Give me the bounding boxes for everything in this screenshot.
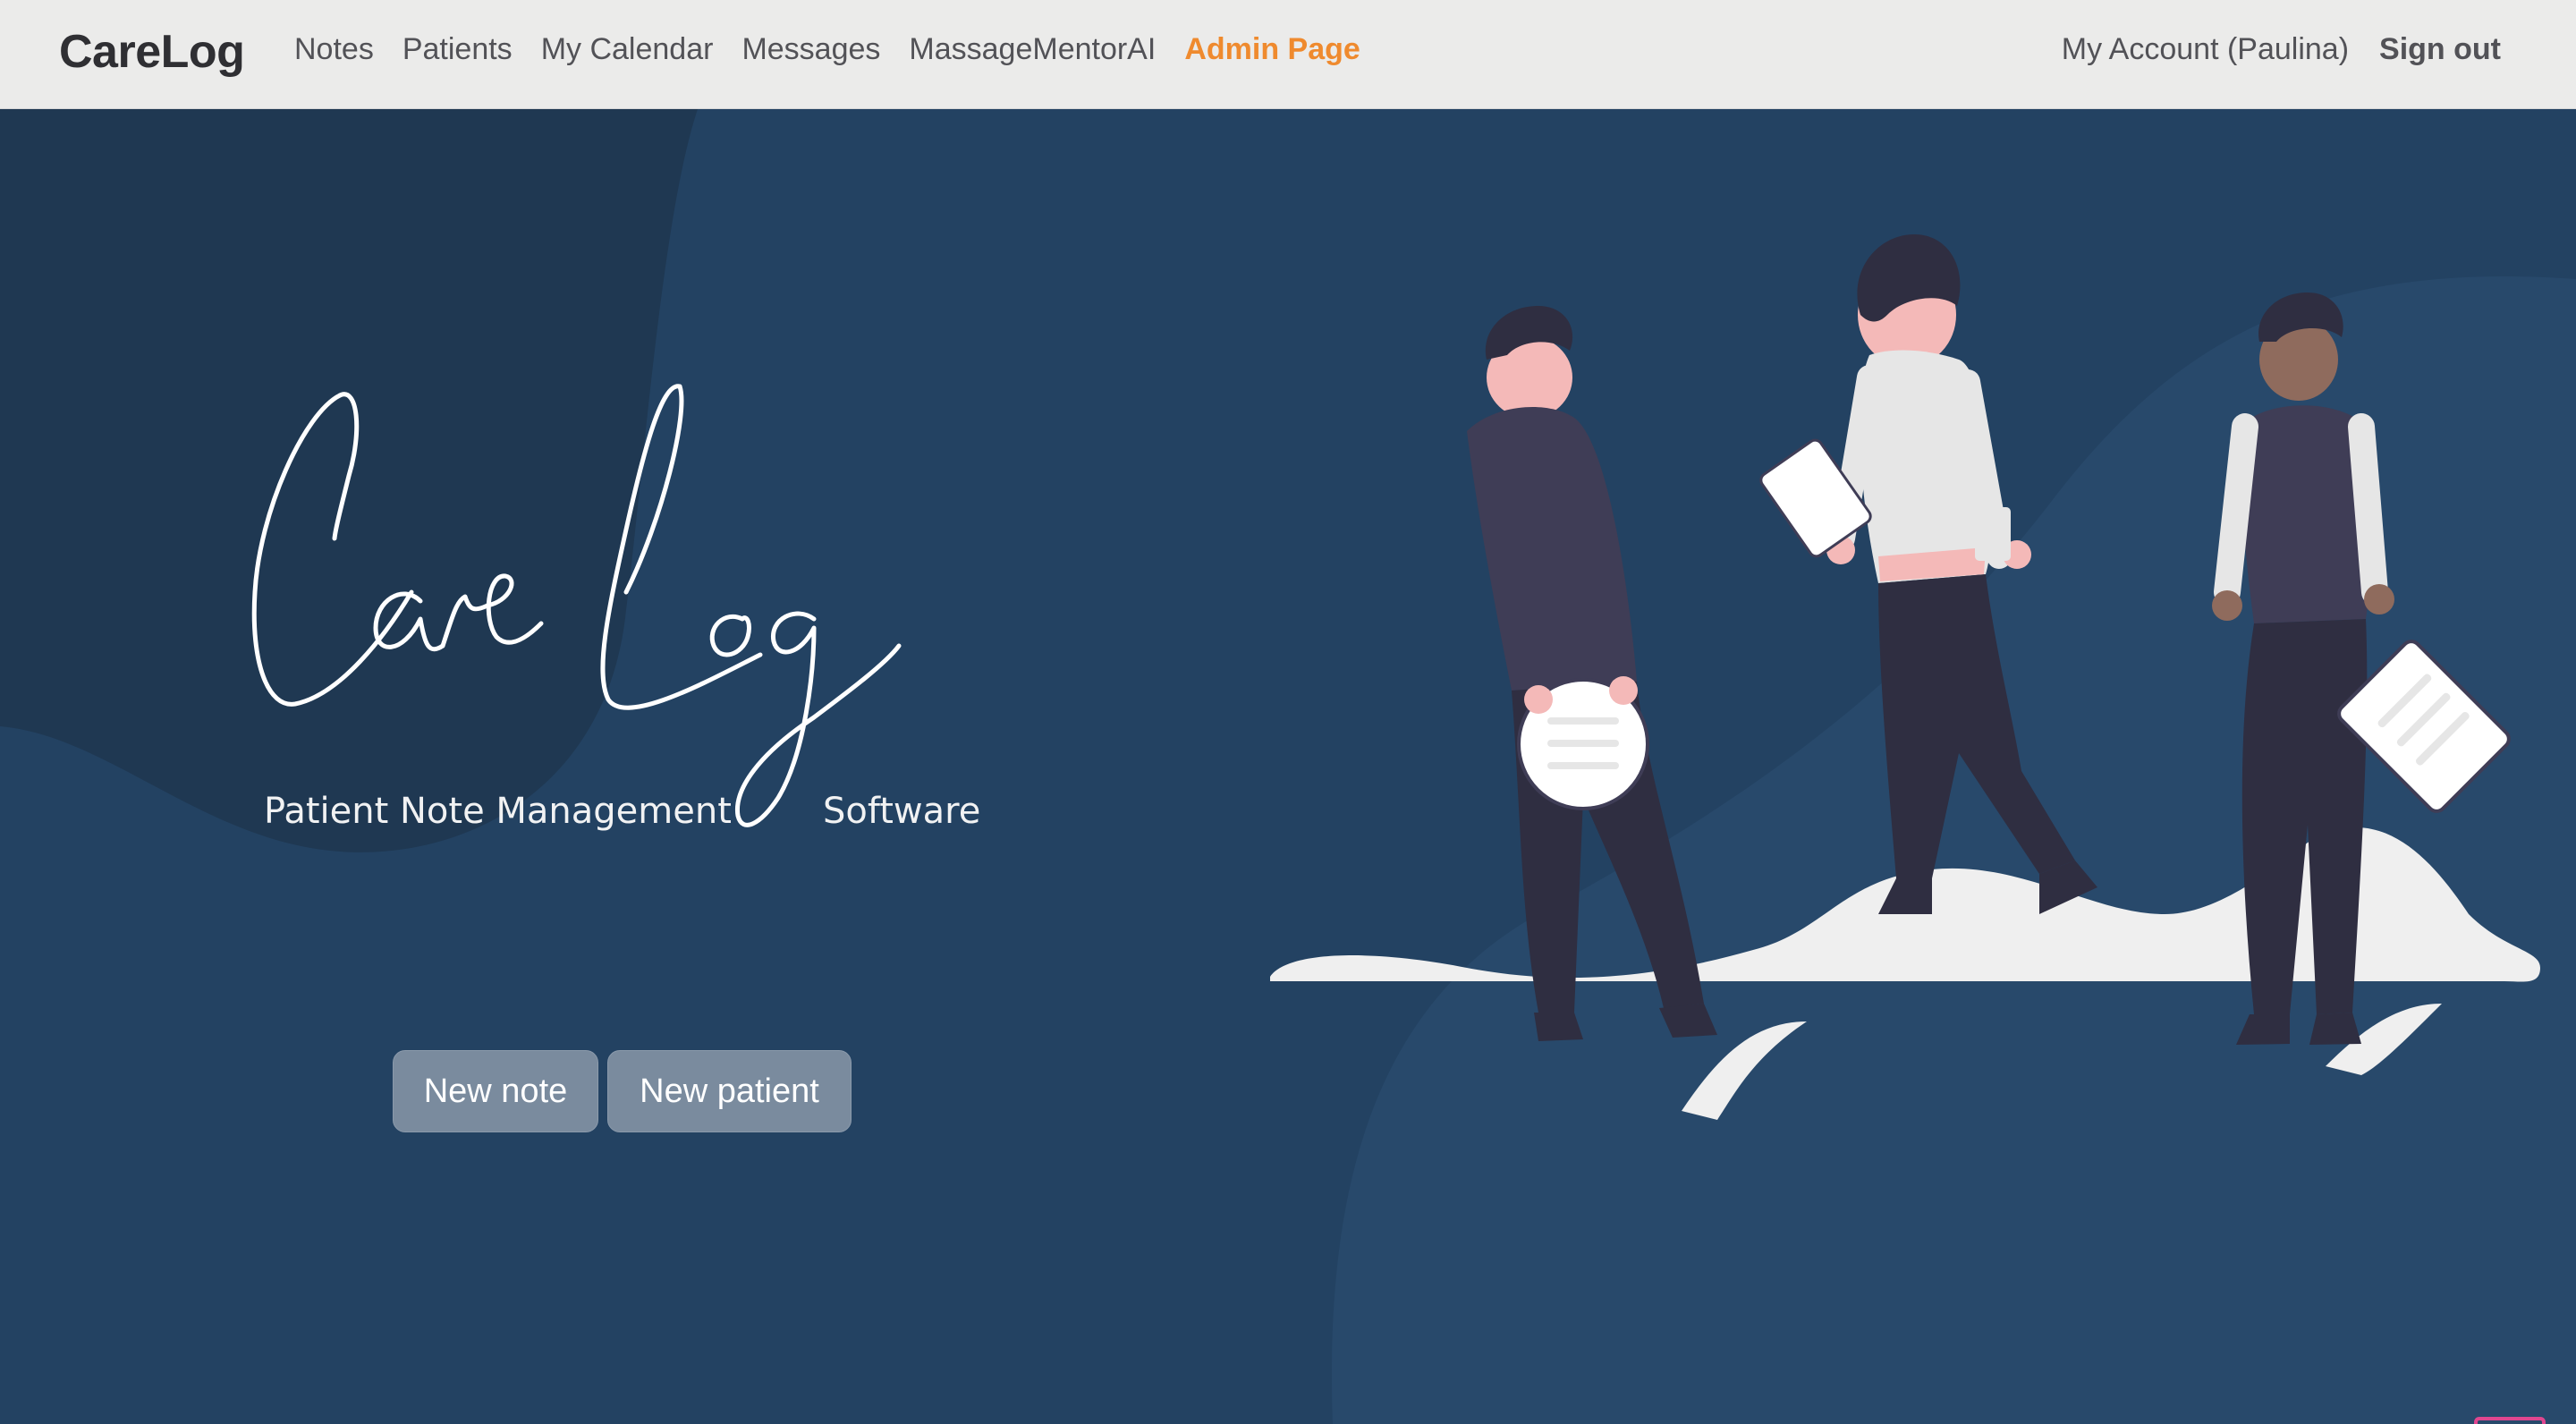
top-navbar: CareLog Notes Patients My Calendar Messa… [0, 0, 2576, 109]
sign-out-link[interactable]: Sign out [2379, 32, 2501, 67]
new-patient-button[interactable]: New patient [607, 1050, 852, 1132]
nav-link-patients[interactable]: Patients [402, 32, 513, 67]
tagline-part-1: Patient Note Management [264, 791, 732, 832]
nav-link-messages[interactable]: Messages [741, 32, 880, 67]
person-left [1467, 306, 1717, 1041]
nav-link-admin[interactable]: Admin Page [1184, 32, 1360, 67]
person-center [1759, 234, 2097, 914]
carelog-script-logo [251, 384, 902, 827]
team-illustration [1270, 234, 2540, 1120]
my-account-link[interactable]: My Account (Paulina) [2062, 32, 2349, 67]
nav-link-calendar[interactable]: My Calendar [541, 32, 714, 67]
chat-bubble-icon[interactable] [2472, 1413, 2547, 1424]
brand-logo[interactable]: CareLog [59, 25, 245, 79]
tagline-part-2: Software [823, 791, 981, 832]
hero-section: Patient Note Management Software New not… [0, 109, 2576, 1424]
nav-link-massagementorai[interactable]: MassageMentorAI [909, 32, 1156, 67]
nav-links: Notes Patients My Calendar Messages Mass… [294, 32, 1389, 67]
nav-link-notes[interactable]: Notes [294, 32, 374, 67]
nav-right: My Account (Paulina) Sign out [2062, 32, 2501, 67]
new-note-button[interactable]: New note [393, 1050, 598, 1132]
